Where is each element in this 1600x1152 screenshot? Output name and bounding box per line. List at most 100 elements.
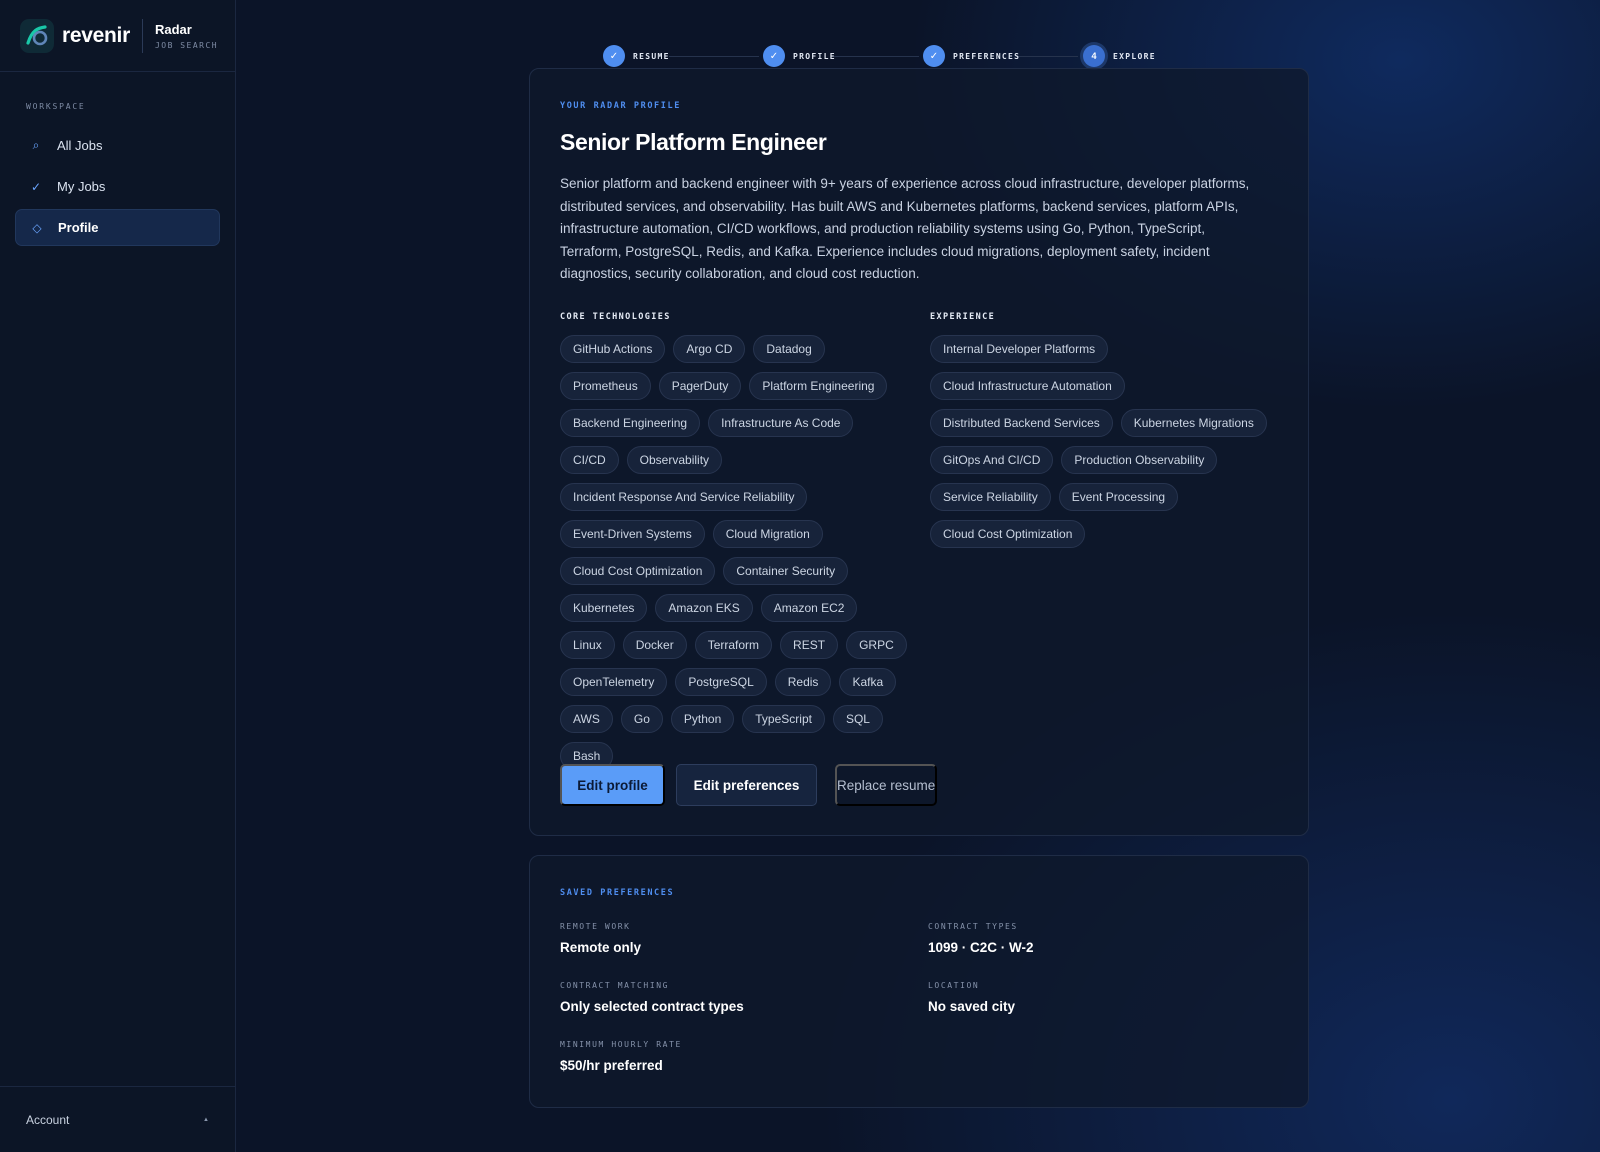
skill-chip: Datadog [753,335,825,363]
sidebar-item-label: Profile [58,220,99,235]
skill-chip: GRPC [846,631,907,659]
step-explore[interactable]: 4 EXPLORE [1083,45,1156,67]
replace-resume-link[interactable]: Replace resume [835,764,938,806]
pref-label: LOCATION [928,981,980,990]
skill-chip: Python [670,705,735,733]
skill-chip: Go [620,705,663,733]
skill-chip: Prometheus [560,372,651,400]
skill-chip: Cloud Migration [712,520,823,548]
profile-eyebrow: YOUR RADAR PROFILE [560,101,681,111]
edit-profile-button[interactable]: Edit profile [560,764,665,806]
skill-chip: Linux [560,631,615,659]
sidebar-item-profile[interactable]: ◇ Profile [15,209,220,246]
product-name: Radar JOB SEARCH [155,22,218,50]
skill-chip: REST [780,631,839,659]
caret-up-icon: ▲ [203,1116,209,1123]
diamond-icon: ◇ [32,220,42,235]
skill-chip: Kubernetes [560,594,648,622]
skill-chip: Kafka [839,668,897,696]
skill-chip: CI/CD [560,446,619,474]
step-label: PREFERENCES [953,51,1021,61]
sidebar-item-my-jobs[interactable]: ✓ My Jobs [15,168,220,205]
profile-card: YOUR RADAR PROFILE Senior Platform Engin… [529,68,1309,836]
pref-value: $50/hr preferred [560,1058,663,1073]
pref-location: LOCATION No saved city [928,981,1015,1014]
skill-chip: AWS [560,705,613,733]
profile-summary: Senior platform and backend engineer wit… [560,176,1250,281]
pref-value: Only selected contract types [560,999,744,1014]
skill-chip: OpenTelemetry [560,668,668,696]
skill-chip: Internal Developer Platforms [930,335,1109,363]
skill-chip: Amazon EKS [655,594,753,622]
product-title: Radar [154,21,192,37]
skill-chip: GitHub Actions [560,335,666,363]
step-label: RESUME [633,51,670,61]
pref-value: 1099 · C2C · W-2 [928,940,1034,955]
skill-chip: Container Security [723,557,849,585]
edit-preferences-button[interactable]: Edit preferences [676,764,817,806]
skill-chip: Docker [622,631,687,659]
skill-chip: Kubernetes Migrations [1120,409,1267,437]
skill-chip: Infrastructure As Code [708,409,854,437]
account-label: Account [26,1112,70,1127]
pref-contract-matching: CONTRACT MATCHING Only selected contract… [560,981,744,1014]
skill-chip: PagerDuty [658,372,742,400]
core-technologies-heading: CORE TECHNOLOGIES [560,312,671,322]
step-profile[interactable]: ✓ PROFILE [763,45,836,67]
step-connector [1016,56,1078,57]
product-subtitle: JOB SEARCH [154,40,219,50]
sidebar-item-label: My Jobs [57,179,106,194]
skill-chip: Backend Engineering [560,409,701,437]
skill-chip: Cloud Cost Optimization [930,520,1086,548]
skill-chip: SQL [832,705,883,733]
skill-chip: TypeScript [742,705,825,733]
pref-remote-work: REMOTE WORK Remote only [560,922,641,955]
sidebar-item-label: All Jobs [57,138,103,153]
step-label: EXPLORE [1113,51,1156,61]
skill-chip: Distributed Backend Services [930,409,1113,437]
nav-heading: WORKSPACE [26,102,86,111]
check-icon: ✓ [30,179,42,194]
preferences-eyebrow: SAVED PREFERENCES [560,888,675,898]
skill-chip: GitOps And CI/CD [930,446,1054,474]
pref-contract-types: CONTRACT TYPES 1099 · C2C · W-2 [928,922,1034,955]
skill-chip: PostgreSQL [675,668,767,696]
skill-chip: Service Reliability [930,483,1051,511]
step-connector [669,56,759,57]
account-menu-button[interactable]: Account ▲ [0,1086,235,1152]
step-preferences[interactable]: ✓ PREFERENCES [923,45,1020,67]
pref-label: CONTRACT MATCHING [560,981,670,990]
experience-heading: EXPERIENCE [930,312,996,322]
skill-chip: Argo CD [673,335,746,363]
pref-value: No saved city [928,999,1016,1014]
skill-chip: Event Processing [1058,483,1179,511]
sidebar: revenir Radar JOB SEARCH WORKSPACE ⌕ All… [0,0,236,1152]
search-icon: ⌕ [32,138,40,152]
page-title: Senior Platform Engineer [560,129,827,155]
pref-label: MINIMUM HOURLY RATE [560,1040,682,1049]
step-check-icon: ✓ [603,45,625,67]
brand-header: revenir Radar JOB SEARCH [0,0,235,72]
profile-actions: Edit profile Edit preferences Replace re… [560,764,938,806]
skill-chip: Cloud Cost Optimization [560,557,716,585]
skill-chip: Redis [774,668,832,696]
step-number: 4 [1083,45,1105,67]
sidebar-item-all-jobs[interactable]: ⌕ All Jobs [15,127,220,164]
skill-chip: Cloud Infrastructure Automation [930,372,1125,400]
step-connector [831,56,919,57]
pref-label: REMOTE WORK [560,922,631,931]
onboarding-stepper: ✓ RESUME ✓ PROFILE ✓ PREFERENCES 4 EXPLO… [603,45,1163,67]
technology-chip-list: GitHub Actions Argo CD Datadog Prometheus Pa… [560,335,910,770]
skill-chip: Observability [626,446,723,474]
skill-chip: Event-Driven Systems [560,520,705,548]
step-check-icon: ✓ [763,45,785,67]
pref-value: Remote only [560,940,642,955]
step-check-icon: ✓ [923,45,945,67]
pref-label: CONTRACT TYPES [928,922,1018,931]
step-resume[interactable]: ✓ RESUME [603,45,670,67]
revenir-logo-icon[interactable] [20,18,54,53]
skill-chip: Platform Engineering [749,372,888,400]
brand-name: revenir [62,23,130,47]
skill-chip: Terraform [694,631,773,659]
workspace-nav: WORKSPACE ⌕ All Jobs ✓ My Jobs ◇ Profile [0,72,235,246]
